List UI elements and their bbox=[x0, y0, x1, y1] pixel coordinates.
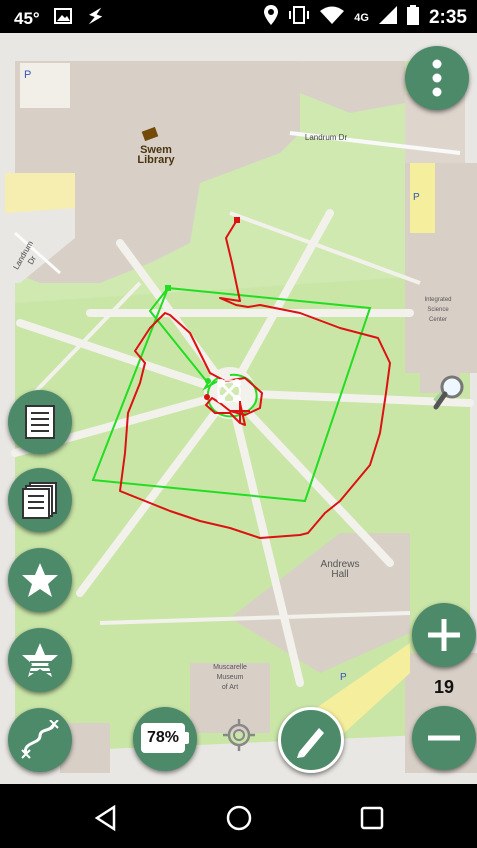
battery-tip bbox=[185, 732, 189, 744]
minus-icon bbox=[428, 735, 460, 741]
vertical-dots-icon bbox=[432, 59, 442, 97]
lightning-icon bbox=[86, 6, 104, 31]
path-icon bbox=[21, 720, 59, 759]
draw-button[interactable] bbox=[278, 707, 344, 773]
list-icon bbox=[25, 405, 55, 439]
parking-label: P bbox=[413, 192, 420, 203]
network-type: 4G bbox=[354, 12, 369, 24]
battery-percent: 78% bbox=[141, 723, 185, 753]
list-button[interactable] bbox=[8, 390, 72, 454]
battery-indicator: 78% bbox=[133, 707, 197, 771]
back-triangle-icon bbox=[94, 804, 116, 832]
pencil-icon bbox=[297, 728, 324, 758]
layers-button[interactable] bbox=[8, 468, 72, 532]
wifi-icon bbox=[320, 6, 345, 30]
zoom-in-button[interactable] bbox=[412, 603, 476, 667]
layers-icon bbox=[22, 482, 57, 519]
battery-status-icon bbox=[406, 5, 419, 31]
status-left: 45° bbox=[14, 6, 104, 31]
recents-square-icon bbox=[360, 806, 384, 830]
plus-icon bbox=[428, 619, 460, 651]
home-button[interactable] bbox=[225, 804, 253, 832]
path-button[interactable] bbox=[8, 708, 72, 772]
signal-icon bbox=[378, 6, 397, 30]
recents-button[interactable] bbox=[358, 804, 386, 832]
back-button[interactable] bbox=[92, 804, 120, 832]
home-circle-icon bbox=[226, 805, 252, 831]
parking-label: P bbox=[340, 672, 347, 683]
andrews-hall-label: Andrews Hall bbox=[320, 559, 360, 580]
location-icon bbox=[264, 5, 279, 31]
navigation-bar bbox=[0, 784, 477, 848]
vibrate-icon bbox=[288, 5, 310, 31]
favorites-list-button[interactable] bbox=[8, 628, 72, 692]
crosshair-icon bbox=[223, 719, 255, 751]
locate-button[interactable] bbox=[222, 718, 256, 752]
parking-label: P bbox=[24, 69, 32, 81]
star-list-icon bbox=[22, 643, 58, 677]
map-view[interactable]: Swem Library Landrum Dr Landrum Dr Integ… bbox=[0, 33, 477, 784]
zoom-level: 19 bbox=[433, 677, 455, 697]
menu-button[interactable] bbox=[405, 46, 469, 110]
library-label: Swem Library bbox=[137, 144, 175, 166]
clock: 2:35 bbox=[428, 7, 467, 28]
temperature-text: 45° bbox=[14, 8, 40, 28]
landrum-label: Landrum Dr bbox=[304, 133, 348, 142]
status-right: 4G 2:35 bbox=[264, 5, 467, 31]
science-center-label: Integrated Science Center bbox=[424, 297, 452, 323]
star-icon bbox=[22, 563, 58, 597]
status-bar: 45° 4G 2:35 bbox=[0, 0, 477, 33]
museum-label: Muscarelle Museum of Art bbox=[213, 664, 247, 691]
favorite-button[interactable] bbox=[8, 548, 72, 612]
zoom-out-button[interactable] bbox=[412, 706, 476, 770]
image-icon bbox=[53, 8, 72, 29]
